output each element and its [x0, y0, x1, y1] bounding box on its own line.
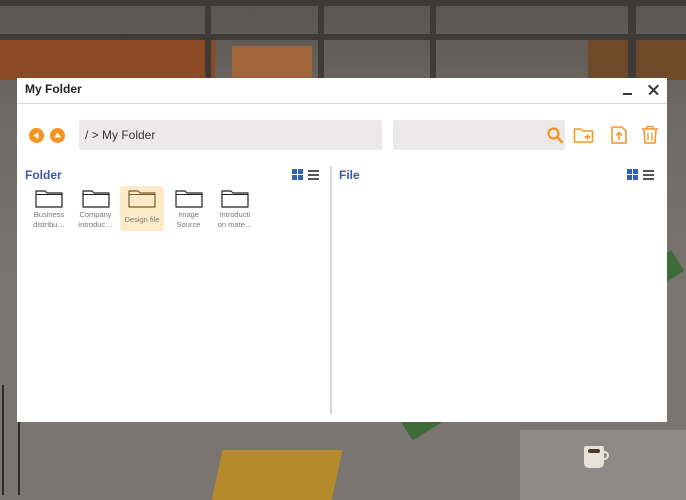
back-arrow-icon	[33, 132, 39, 139]
search-box	[393, 120, 565, 150]
folder-label: Company introduc…	[72, 210, 120, 230]
grid-view-icon[interactable]	[627, 169, 638, 180]
folder-label-line: Image	[178, 210, 199, 219]
path-bar[interactable]: / > My Folder	[79, 120, 382, 150]
folder-label-line: Design file	[124, 215, 160, 224]
folder-item[interactable]: Image Source	[167, 186, 211, 231]
background-panel	[232, 46, 312, 80]
breadcrumb: / > My Folder	[85, 128, 156, 142]
trash-icon[interactable]	[639, 125, 661, 145]
coffee-cup-icon	[584, 446, 604, 468]
folder-label-line: distribu…	[33, 220, 65, 229]
list-view-icon[interactable]	[643, 169, 654, 180]
folder-label: Image Source	[165, 210, 213, 230]
panel-divider[interactable]	[330, 166, 332, 414]
up-button[interactable]	[50, 128, 65, 143]
folder-icon	[35, 190, 63, 208]
close-icon[interactable]	[645, 81, 663, 99]
up-arrow-icon	[54, 132, 61, 138]
folder-label-line: on mate…	[217, 220, 253, 229]
folder-label: Design file	[118, 215, 166, 225]
folder-icon	[128, 190, 156, 208]
background-beam	[0, 0, 686, 6]
folder-item[interactable]: Design file	[120, 186, 164, 231]
folder-label: Business distribu…	[25, 210, 73, 230]
folder-item[interactable]: Business distribu…	[27, 186, 71, 231]
background-beam	[0, 34, 686, 40]
new-folder-icon[interactable]	[573, 125, 595, 145]
window-title: My Folder	[25, 82, 82, 96]
folder-icon	[81, 190, 110, 208]
background-beam	[205, 0, 211, 80]
minimize-icon[interactable]	[619, 81, 637, 99]
folder-label: introducti on mate…	[211, 210, 259, 230]
folder-label-line: Company	[79, 210, 112, 219]
background-panel	[588, 40, 686, 80]
search-input[interactable]	[397, 124, 537, 146]
title-bar: My Folder	[17, 78, 667, 104]
search-icon[interactable]	[546, 126, 564, 144]
folder-window: My Folder / > My Folder Folder Business …	[17, 78, 667, 422]
upload-icon[interactable]	[608, 125, 630, 145]
folder-item[interactable]: Company introduc…	[74, 186, 118, 231]
folder-label-line: introducti	[219, 210, 251, 219]
folder-label-line: introduc…	[78, 220, 113, 229]
back-button[interactable]	[29, 128, 44, 143]
list-view-icon[interactable]	[308, 169, 319, 180]
folder-panel-title: Folder	[25, 168, 62, 182]
background-beam	[628, 0, 636, 80]
folder-label-line: Source	[176, 220, 201, 229]
folder-icon	[174, 190, 203, 208]
folder-item[interactable]: introducti on mate…	[213, 186, 257, 231]
grid-view-icon[interactable]	[292, 169, 303, 180]
folder-label-line: Business	[33, 210, 65, 219]
background-beam	[318, 0, 324, 80]
folder-icon	[221, 190, 249, 208]
background-panel	[0, 40, 215, 80]
file-panel-title: File	[339, 168, 360, 182]
background-rug	[207, 450, 343, 500]
background-beam	[430, 0, 436, 80]
